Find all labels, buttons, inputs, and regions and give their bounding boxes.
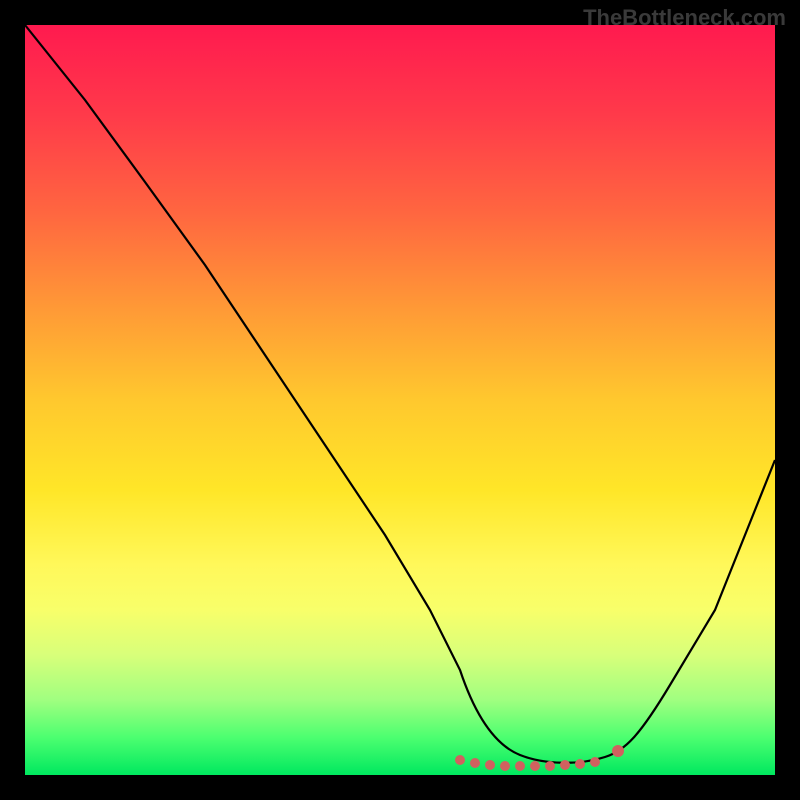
curve-layer xyxy=(25,25,775,775)
watermark-text: TheBottleneck.com xyxy=(583,5,786,31)
bottleneck-curve xyxy=(25,25,775,763)
